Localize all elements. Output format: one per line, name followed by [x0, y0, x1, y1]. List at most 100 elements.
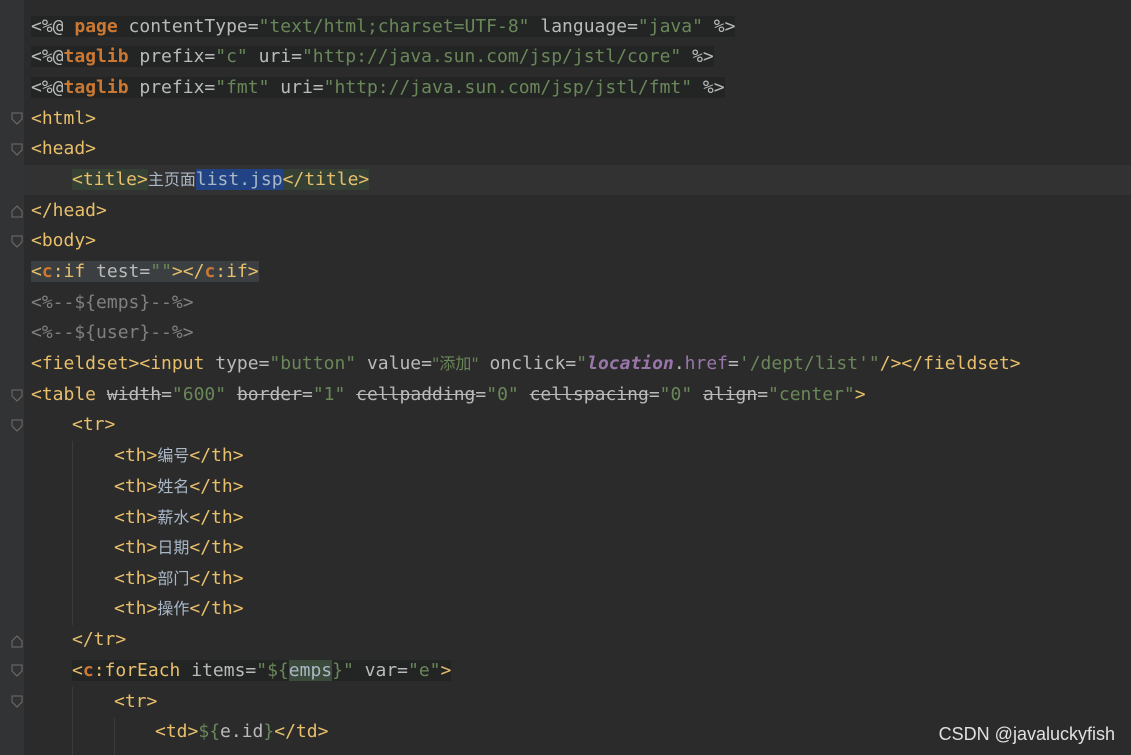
- token: 操作: [157, 599, 190, 618]
- code-line-24[interactable]: <td>${e.id}</td>: [155, 717, 328, 747]
- token: "fmt": [215, 77, 270, 98]
- token: "0": [486, 384, 519, 405]
- code-line-15[interactable]: <th>编号</th>: [114, 441, 244, 471]
- code-line-3[interactable]: <%@taglib prefix="fmt" uri="http://java.…: [31, 73, 725, 103]
- token: <table: [31, 384, 97, 405]
- token: "http://java.sun.com/jsp/jstl/fmt": [323, 77, 693, 98]
- code-line-22[interactable]: <c:forEach items="${emps}" var="e">: [72, 656, 452, 686]
- token: "${: [256, 660, 289, 681]
- token: =: [648, 384, 660, 405]
- code-line-9[interactable]: <c:if test=""></c:if>: [31, 257, 259, 287]
- token: "text/html;charset=UTF-8": [258, 16, 530, 37]
- token: uri=: [247, 46, 302, 67]
- token: .: [673, 353, 685, 374]
- token: %>: [692, 77, 725, 98]
- token: c: [41, 261, 53, 282]
- code-line-10[interactable]: <%--${emps}--%>: [31, 288, 194, 318]
- token: =: [161, 384, 172, 405]
- token: 编号: [157, 446, 190, 465]
- token: align: [703, 384, 758, 405]
- token: page: [63, 16, 118, 37]
- token: >: [854, 384, 866, 405]
- code-line-5[interactable]: <head>: [31, 134, 96, 164]
- token: <: [31, 261, 42, 282]
- token: "c": [215, 46, 248, 67]
- token: :if: [52, 261, 86, 282]
- token: "1": [312, 384, 346, 405]
- token: <th>: [114, 568, 158, 589]
- fold-open-icon[interactable]: [11, 235, 23, 249]
- csdn-watermark: CSDN @javaluckyfish: [938, 724, 1115, 744]
- code-line-16[interactable]: <th>姓名</th>: [114, 472, 244, 502]
- fold-open-icon[interactable]: [11, 143, 23, 157]
- token: >: [247, 261, 259, 282]
- fold-close-icon[interactable]: [11, 634, 23, 648]
- token: </th>: [189, 598, 244, 619]
- indent-guide: [114, 718, 115, 755]
- fold-close-icon[interactable]: [11, 204, 23, 218]
- code-line-2[interactable]: <%@taglib prefix="c" uri="http://java.su…: [31, 42, 714, 72]
- token: <th>: [114, 507, 158, 528]
- token: ": [576, 353, 588, 374]
- token: :forEach: [93, 660, 181, 681]
- token: </th>: [189, 507, 244, 528]
- code-line-13[interactable]: <table width="600" border="1" cellpaddin…: [31, 380, 866, 410]
- token: }": [332, 660, 354, 681]
- token: type=: [204, 353, 270, 374]
- code-line-1[interactable]: <%@ page contentType="text/html;charset=…: [31, 12, 736, 42]
- token: e.id: [220, 721, 264, 742]
- token: </th>: [189, 568, 244, 589]
- indent-guide: [72, 441, 73, 625]
- token: value=: [356, 353, 432, 374]
- token: "http://java.sun.com/jsp/jstl/core": [301, 46, 682, 67]
- code-line-7[interactable]: </head>: [31, 196, 107, 226]
- token: =: [757, 384, 769, 405]
- token: taglib: [63, 77, 129, 98]
- code-line-20[interactable]: <th>操作</th>: [114, 594, 244, 624]
- code-line-11[interactable]: <%--${user}--%>: [31, 318, 194, 348]
- code-line-21[interactable]: </tr>: [72, 625, 126, 655]
- token: <%@: [31, 16, 64, 37]
- code-line-6-current[interactable]: <title>主页面list.jsp</title>: [24, 165, 1131, 195]
- token: prefix=: [128, 46, 216, 67]
- token: emps: [288, 660, 333, 681]
- code-line-17[interactable]: <th>薪水</th>: [114, 503, 244, 533]
- token: 薪水: [157, 508, 190, 527]
- code-line-23[interactable]: <tr>: [114, 687, 157, 717]
- token: "添加": [431, 354, 479, 373]
- token: border: [236, 384, 302, 405]
- token: ${: [198, 721, 221, 742]
- token: var=: [353, 660, 408, 681]
- token: href: [684, 353, 729, 374]
- fold-open-icon[interactable]: [11, 389, 23, 403]
- token: >: [440, 660, 452, 681]
- token: contentType=: [117, 16, 259, 37]
- title-close-tag: </title>: [282, 169, 370, 190]
- token: <%@: [31, 46, 64, 67]
- code-line-18[interactable]: <th>日期</th>: [114, 533, 244, 563]
- token: taglib: [63, 46, 129, 67]
- token: </th>: [189, 537, 244, 558]
- fold-open-icon[interactable]: [11, 112, 23, 126]
- token: :if: [215, 261, 248, 282]
- token: items=: [180, 660, 257, 681]
- code-line-19[interactable]: <th>部门</th>: [114, 564, 244, 594]
- token: %>: [681, 46, 714, 67]
- code-line-14[interactable]: <tr>: [72, 410, 115, 440]
- token: <td>: [155, 721, 199, 742]
- token: cellspacing: [529, 384, 649, 405]
- token: "": [150, 261, 172, 282]
- indent-guide: [72, 687, 73, 755]
- code-line-8[interactable]: <body>: [31, 226, 96, 256]
- fold-open-icon[interactable]: [11, 419, 23, 433]
- code-line-12[interactable]: <fieldset><input type="button" value="添加…: [31, 349, 1021, 379]
- title-open-tag: <title>: [72, 169, 148, 190]
- token: "button": [269, 353, 357, 374]
- code-line-4[interactable]: <html>: [31, 104, 96, 134]
- fold-open-icon[interactable]: [11, 695, 23, 709]
- fold-open-icon[interactable]: [11, 664, 23, 678]
